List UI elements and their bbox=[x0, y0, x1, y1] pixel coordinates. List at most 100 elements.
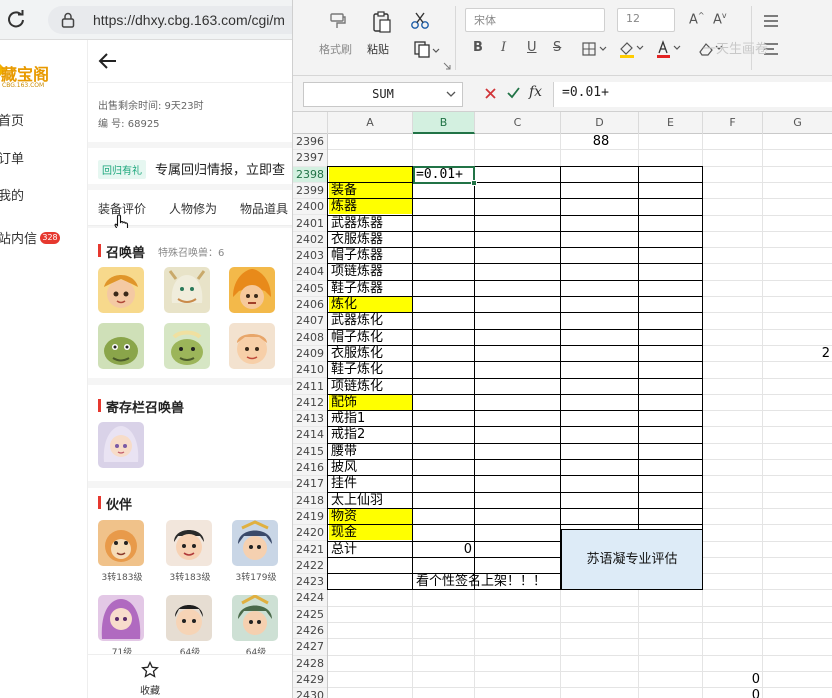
address-bar[interactable]: https://dhxy.cbg.163.com/cgi/m bbox=[48, 6, 308, 34]
column-header-d[interactable]: D bbox=[561, 112, 639, 134]
row-header[interactable]: 2415 bbox=[293, 444, 327, 460]
row-header[interactable]: 2418 bbox=[293, 493, 327, 509]
row-header[interactable]: 2405 bbox=[293, 281, 327, 297]
promo-banner[interactable]: 回归有礼 专属回归情报，立即查 bbox=[88, 148, 292, 184]
copy-icon[interactable] bbox=[413, 40, 443, 58]
bold-icon[interactable]: B bbox=[473, 40, 483, 55]
row-header[interactable]: 2411 bbox=[293, 379, 327, 395]
reload-icon[interactable] bbox=[5, 8, 27, 30]
cell-a2400: 炼器 bbox=[331, 199, 358, 215]
row-header[interactable]: 2426 bbox=[293, 623, 327, 640]
partner-avatar[interactable] bbox=[232, 520, 278, 566]
summon-avatar[interactable] bbox=[98, 323, 144, 369]
insert-function-icon[interactable]: fx bbox=[529, 84, 542, 100]
align-top-icon[interactable] bbox=[761, 12, 781, 28]
column-header-a[interactable]: A bbox=[328, 112, 413, 134]
column-header-c[interactable]: C bbox=[475, 112, 561, 134]
increase-font-icon[interactable]: A^ bbox=[689, 11, 705, 27]
select-all-corner[interactable] bbox=[293, 112, 328, 134]
chevron-down-icon[interactable] bbox=[446, 91, 456, 98]
nav-item-orders[interactable]: 订单 bbox=[0, 148, 24, 167]
format-painter-icon[interactable] bbox=[327, 10, 349, 32]
enter-check-icon[interactable] bbox=[507, 87, 520, 99]
partner-avatar[interactable] bbox=[98, 595, 144, 641]
paste-label[interactable]: 粘贴 bbox=[367, 41, 389, 57]
star-icon[interactable] bbox=[141, 661, 159, 679]
font-size-select[interactable]: 12 bbox=[617, 8, 675, 32]
clipboard-launcher-icon[interactable] bbox=[443, 62, 451, 70]
row-header[interactable]: 2428 bbox=[293, 656, 327, 672]
partner-avatar[interactable] bbox=[166, 520, 212, 566]
row-header[interactable]: 2412 bbox=[293, 395, 327, 412]
font-name-select[interactable]: 宋体 bbox=[465, 8, 605, 32]
tab-character-cultivation[interactable]: 人物修为 bbox=[169, 200, 217, 217]
italic-icon[interactable]: I bbox=[501, 40, 506, 55]
row-header[interactable]: 2420 bbox=[293, 525, 327, 542]
row-header[interactable]: 2427 bbox=[293, 639, 327, 656]
row-header[interactable]: 2399 bbox=[293, 183, 327, 200]
merged-cell-d2421[interactable]: 苏语凝专业评估 bbox=[561, 529, 703, 591]
fill-handle[interactable] bbox=[471, 179, 477, 186]
underline-icon[interactable]: U bbox=[527, 40, 537, 55]
column-header-g[interactable]: G bbox=[763, 112, 832, 134]
paste-icon[interactable] bbox=[371, 10, 393, 34]
row-header[interactable]: 2425 bbox=[293, 607, 327, 623]
fill-color-icon[interactable] bbox=[618, 40, 646, 58]
cancel-icon[interactable] bbox=[485, 88, 496, 99]
row-header[interactable]: 2417 bbox=[293, 476, 327, 493]
summon-avatar[interactable] bbox=[164, 267, 210, 313]
partner-avatar[interactable] bbox=[232, 595, 278, 641]
active-cell-b2398[interactable] bbox=[413, 165, 475, 184]
summon-avatar[interactable] bbox=[229, 323, 275, 369]
row-header[interactable]: 2422 bbox=[293, 558, 327, 575]
column-header-b[interactable]: B bbox=[413, 112, 475, 134]
row-header[interactable]: 2397 bbox=[293, 150, 327, 167]
back-arrow-icon[interactable] bbox=[98, 52, 118, 70]
name-box[interactable]: SUM bbox=[303, 82, 463, 107]
summon-avatar[interactable] bbox=[229, 267, 275, 313]
row-header[interactable]: 2407 bbox=[293, 313, 327, 330]
summon-avatar[interactable] bbox=[164, 323, 210, 369]
row-header[interactable]: 2429 bbox=[293, 672, 327, 689]
cbg-logo[interactable]: 藏宝阁 CBG.163.COM bbox=[0, 58, 68, 92]
row-header[interactable]: 2424 bbox=[293, 590, 327, 607]
row-header[interactable]: 2400 bbox=[293, 199, 327, 216]
row-header[interactable]: 2410 bbox=[293, 362, 327, 379]
column-header-f[interactable]: F bbox=[703, 112, 763, 134]
row-header[interactable]: 2419 bbox=[293, 509, 327, 526]
collect-label[interactable]: 收藏 bbox=[140, 682, 160, 697]
row-header[interactable]: 2421 bbox=[293, 542, 327, 558]
nav-item-inbox[interactable]: 站内信 bbox=[0, 228, 37, 247]
row-header[interactable]: 2414 bbox=[293, 427, 327, 444]
row-header[interactable]: 2398 bbox=[293, 166, 327, 183]
row-header[interactable]: 2396 bbox=[293, 134, 327, 151]
column-header-e[interactable]: E bbox=[639, 112, 703, 134]
tab-items[interactable]: 物品道具 bbox=[240, 200, 288, 217]
row-header[interactable]: 2430 bbox=[293, 688, 327, 698]
row-header[interactable]: 2406 bbox=[293, 297, 327, 314]
row-header[interactable]: 2413 bbox=[293, 411, 327, 428]
cut-icon[interactable] bbox=[410, 12, 430, 30]
borders-icon[interactable] bbox=[581, 41, 609, 57]
row-header[interactable]: 2403 bbox=[293, 248, 327, 265]
decrease-font-icon[interactable]: Av bbox=[713, 11, 727, 27]
row-header[interactable]: 2404 bbox=[293, 264, 327, 281]
partner-avatar[interactable] bbox=[166, 595, 212, 641]
partner-avatar[interactable] bbox=[98, 520, 144, 566]
row-header[interactable]: 2408 bbox=[293, 330, 327, 346]
site-info-icon[interactable] bbox=[61, 12, 75, 28]
row-header[interactable]: 2423 bbox=[293, 574, 327, 591]
nav-item-mine[interactable]: 我的 bbox=[0, 185, 24, 204]
nav-item-home[interactable]: 首页 bbox=[0, 110, 24, 129]
font-color-icon[interactable] bbox=[655, 40, 683, 58]
summon-avatar[interactable] bbox=[98, 267, 144, 313]
format-painter-label[interactable]: 格式刷 bbox=[319, 41, 352, 57]
row-header[interactable]: 2401 bbox=[293, 216, 327, 232]
row-header[interactable]: 2409 bbox=[293, 346, 327, 363]
formula-input[interactable]: =0.01+ bbox=[553, 82, 832, 107]
storage-summon-avatar[interactable] bbox=[98, 422, 144, 468]
spreadsheet-grid[interactable]: A B C D E F G 2396 2397 2398 2399 2400 2401 24… bbox=[293, 112, 832, 698]
row-header[interactable]: 2416 bbox=[293, 460, 327, 477]
row-header[interactable]: 2402 bbox=[293, 232, 327, 249]
strikethrough-icon[interactable]: S bbox=[553, 40, 561, 55]
